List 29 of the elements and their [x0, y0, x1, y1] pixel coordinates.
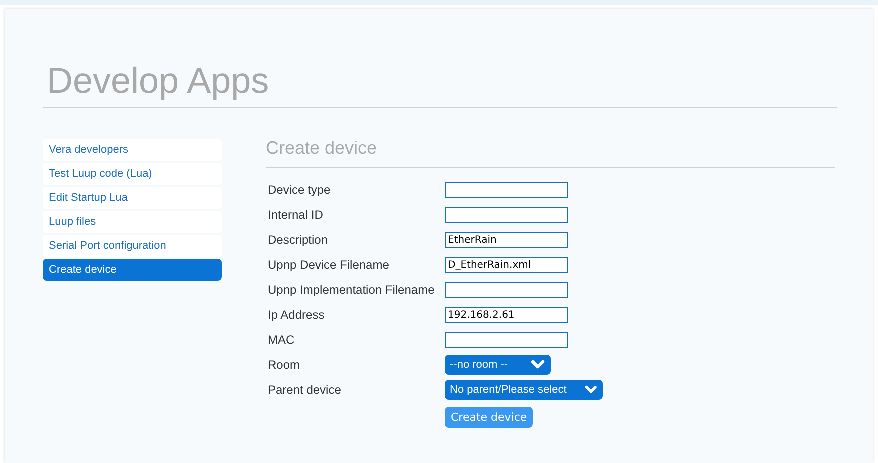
- field-label: MAC: [268, 333, 296, 347]
- sidebar-item[interactable]: Luup files: [43, 211, 222, 233]
- input-field[interactable]: [445, 332, 568, 348]
- field-label: Room: [268, 358, 302, 372]
- field-label: Device type: [268, 183, 332, 197]
- sidebar-item[interactable]: Vera developers: [43, 139, 222, 161]
- dropdown[interactable]: --no room --: [445, 355, 551, 375]
- sidebar-item[interactable]: Edit Startup Lua: [43, 187, 222, 209]
- input-field[interactable]: 192.168.2.61: [445, 307, 568, 323]
- sidebar-item[interactable]: Test Luup code (Lua): [43, 163, 222, 185]
- field-label: Internal ID: [268, 208, 324, 222]
- page-title: Develop Apps: [43, 9, 837, 108]
- field-label: Upnp Device Filename: [268, 258, 390, 272]
- chevron-down-icon: [584, 384, 597, 394]
- create-device-button[interactable]: Create device: [445, 407, 534, 428]
- input-field[interactable]: [445, 207, 568, 223]
- chevron-down-icon: [531, 360, 545, 370]
- input-field[interactable]: [445, 282, 568, 298]
- field-label: Ip Address: [268, 308, 326, 322]
- sidebar-item[interactable]: Create device: [43, 259, 222, 281]
- input-field[interactable]: EtherRain: [445, 232, 568, 248]
- field-label: Upnp Implementation Filename: [268, 283, 436, 297]
- input-field[interactable]: [445, 182, 568, 198]
- input-field[interactable]: D_EtherRain.xml: [445, 257, 568, 273]
- field-label: Description: [268, 233, 330, 247]
- sidebar-item[interactable]: Serial Port configuration: [43, 235, 222, 257]
- section-title: Create device: [266, 139, 835, 168]
- field-label: Parent device: [268, 383, 342, 397]
- dropdown[interactable]: No parent/Please select: [445, 380, 603, 400]
